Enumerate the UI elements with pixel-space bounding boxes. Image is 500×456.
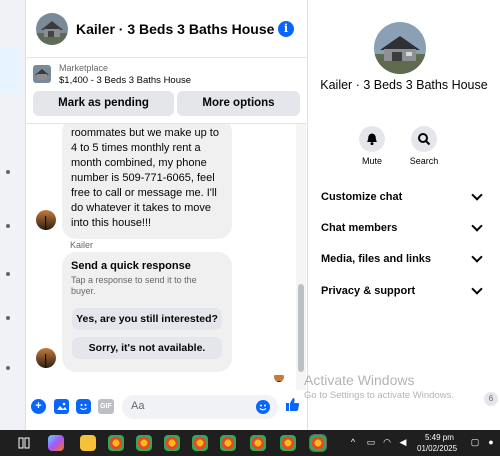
chrome-icon[interactable] <box>164 435 180 451</box>
mute-label: Mute <box>361 156 382 166</box>
mark-as-pending-button[interactable]: Mark as pending <box>33 91 174 116</box>
network-icon[interactable]: ▭ <box>366 437 376 447</box>
read-receipt-avatar <box>274 372 284 382</box>
background-highlight <box>0 48 22 94</box>
more-options-button[interactable]: More options <box>177 91 300 116</box>
background-page-strip <box>0 0 26 430</box>
copilot-icon[interactable] <box>48 435 64 451</box>
message-list: roommates but we make up to 4 to 5 times… <box>26 124 308 390</box>
background-dot <box>6 170 10 174</box>
sticker-icon[interactable] <box>76 399 91 414</box>
message-bubble[interactable]: roommates but we make up to 4 to 5 times… <box>62 124 232 239</box>
thumbs-up-icon[interactable] <box>284 396 301 418</box>
notification-center-icon[interactable]: ▢ <box>470 437 480 447</box>
clock-date[interactable]: 01/02/2025 <box>417 444 457 453</box>
info-icon[interactable]: i <box>278 20 294 37</box>
quick-response-title: Send a quick response <box>71 260 191 272</box>
volume-icon[interactable]: ◀ <box>398 437 408 447</box>
chat-window: Kailer · 3 Beds 3 Baths House i Marketpl… <box>26 0 308 430</box>
chrome-icon[interactable] <box>280 435 296 451</box>
image-icon[interactable] <box>54 399 69 414</box>
quick-response-sorry-button[interactable]: Sorry, it's not available. <box>72 337 222 359</box>
conversation-details-panel: Kailer · 3 Beds 3 Baths House Mute Searc… <box>308 0 500 430</box>
chrome-icon[interactable] <box>220 435 236 451</box>
plus-icon[interactable]: + <box>31 399 46 414</box>
chat-header: Kailer · 3 Beds 3 Baths House i <box>26 0 308 58</box>
chevron-down-icon <box>471 220 483 232</box>
listing-summary[interactable]: $1,400 - 3 Beds 3 Baths House <box>59 75 191 86</box>
emoji-icon[interactable] <box>256 400 270 414</box>
chrome-icon[interactable] <box>192 435 208 451</box>
bell-icon <box>359 126 385 152</box>
chevron-down-icon <box>471 283 483 295</box>
mute-button[interactable]: Mute <box>352 126 392 166</box>
chat-members-row[interactable]: Chat members <box>321 218 483 238</box>
chevron-down-icon <box>471 189 483 201</box>
background-dot <box>6 366 10 370</box>
media-files-links-row[interactable]: Media, files and links <box>321 249 483 269</box>
background-dot <box>6 272 10 276</box>
message-input[interactable]: Aa <box>122 395 278 419</box>
details-title: Kailer · 3 Beds 3 Baths House <box>320 78 488 92</box>
chrome-icon[interactable] <box>136 435 152 451</box>
menu-label: Chat members <box>321 222 398 234</box>
colorful-tray-icon[interactable]: ● <box>486 437 496 447</box>
privacy-support-row[interactable]: Privacy & support <box>321 281 483 301</box>
activate-windows-subtext: Go to Settings to activate Windows. <box>304 390 454 401</box>
listing-avatar[interactable] <box>374 22 426 74</box>
message-input-placeholder: Aa <box>131 400 145 412</box>
wifi-icon[interactable]: ◠ <box>382 437 392 447</box>
background-dot <box>6 224 10 228</box>
menu-label: Media, files and links <box>321 253 432 265</box>
chrome-icon[interactable] <box>108 435 124 451</box>
menu-label: Customize chat <box>321 191 403 203</box>
search-button[interactable]: Search <box>404 126 444 166</box>
gif-icon[interactable]: GIF <box>98 399 114 414</box>
message-composer: + GIF Aa <box>26 392 308 422</box>
marketplace-banner: Marketplace $1,400 - 3 Beds 3 Baths Hous… <box>26 58 308 124</box>
scrollbar-thumb[interactable] <box>298 284 304 372</box>
clock-time[interactable]: 5:49 pm <box>425 433 454 442</box>
menu-label: Privacy & support <box>321 285 416 297</box>
search-label: Search <box>409 156 439 166</box>
quick-response-description: Tap a response to send it to the buyer. <box>71 275 197 296</box>
activate-windows-watermark: Activate Windows <box>304 372 415 388</box>
chat-title[interactable]: Kailer · 3 Beds 3 Baths House <box>76 21 278 37</box>
file-explorer-icon[interactable] <box>80 435 96 451</box>
listing-thumbnail-icon[interactable] <box>33 65 51 83</box>
chrome-icon[interactable] <box>250 435 266 451</box>
windows-taskbar: ^ ▭ ◠ ◀ 5:49 pm 01/02/2025 ▢ ● <box>0 430 500 456</box>
notification-badge[interactable]: 6 <box>484 392 498 406</box>
chrome-icon[interactable] <box>309 434 327 452</box>
message-scrollbar[interactable] <box>296 124 306 390</box>
sender-name: Kailer <box>70 240 94 250</box>
chevron-up-icon[interactable]: ^ <box>348 437 358 447</box>
background-dot <box>6 316 10 320</box>
quick-response-yes-button[interactable]: Yes, are you still interested? <box>72 308 222 330</box>
house-thumbnail-icon[interactable] <box>36 12 68 45</box>
task-view-icon[interactable] <box>16 435 32 451</box>
chevron-down-icon <box>471 251 483 263</box>
customize-chat-row[interactable]: Customize chat <box>321 187 483 207</box>
sender-avatar[interactable] <box>36 348 56 368</box>
marketplace-label: Marketplace <box>59 63 109 73</box>
search-icon <box>411 126 437 152</box>
quick-response-card: Send a quick response Tap a response to … <box>62 252 232 372</box>
sender-avatar[interactable] <box>36 210 56 230</box>
